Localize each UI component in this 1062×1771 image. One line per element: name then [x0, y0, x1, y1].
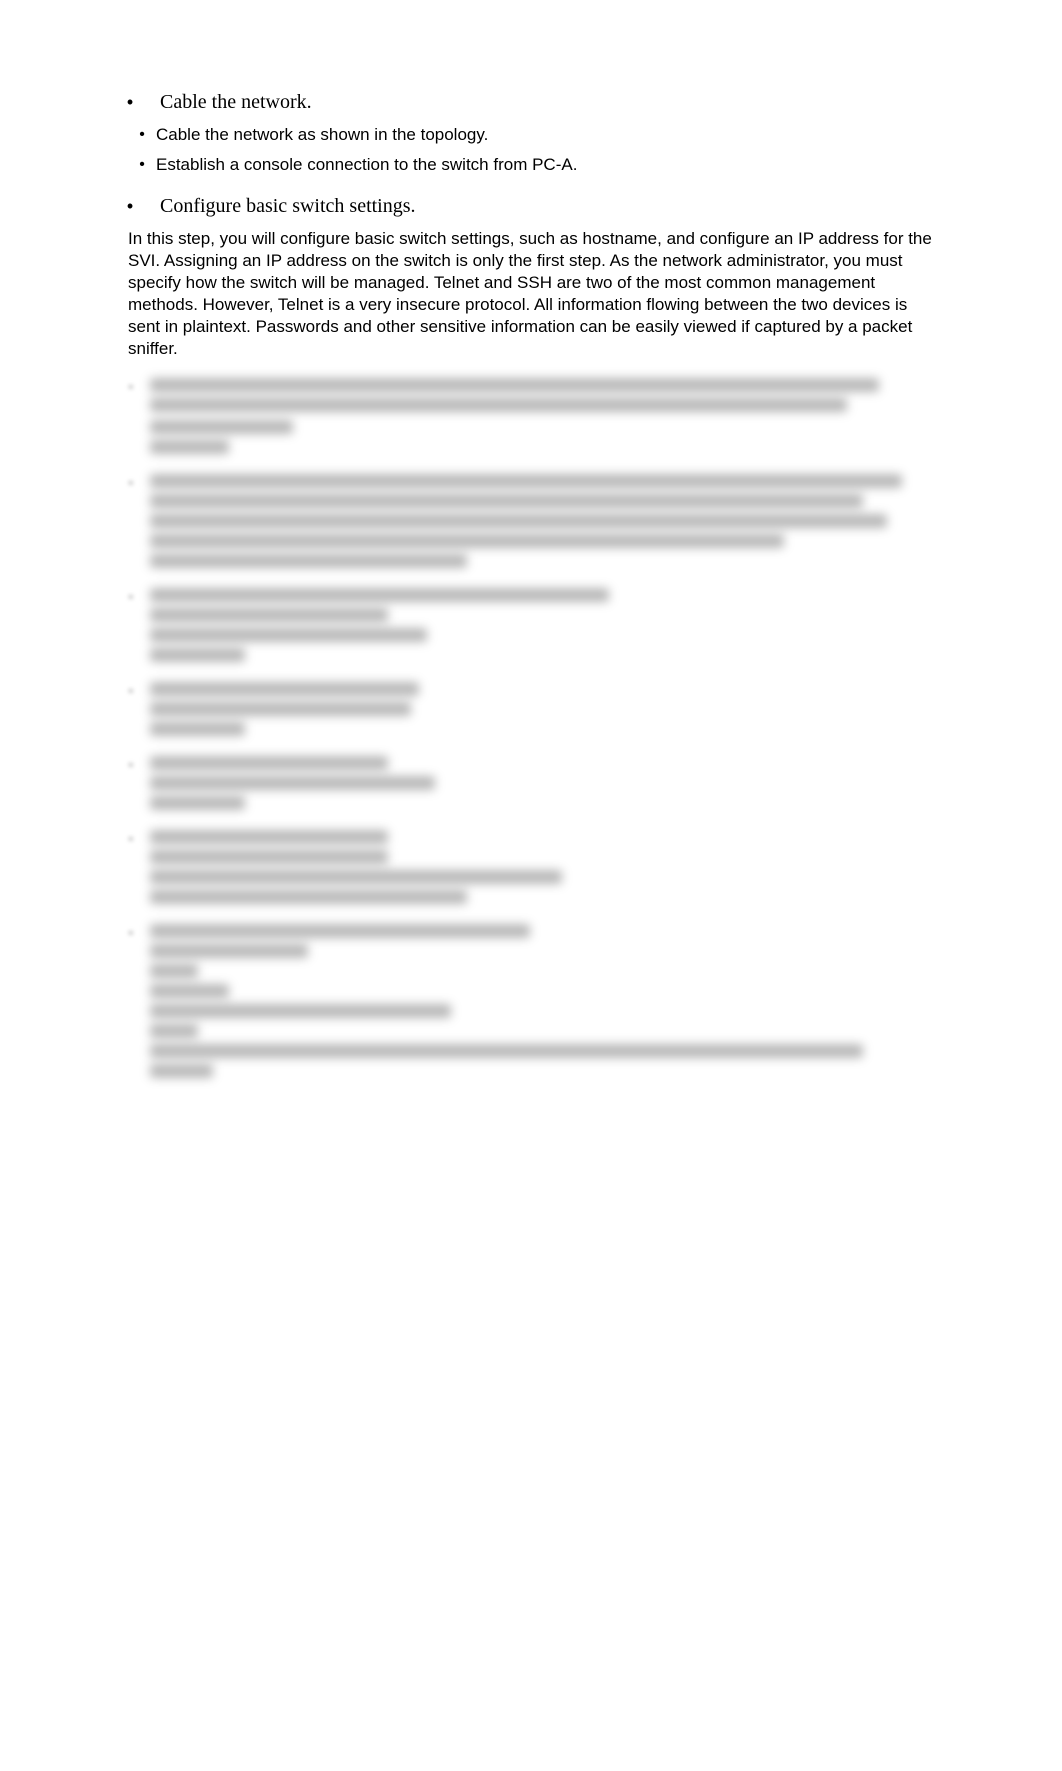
blurred-item: • [128, 756, 942, 816]
bullet-icon: • [128, 756, 150, 776]
blurred-item: • [128, 474, 942, 574]
list-item: • Cable the network as shown in the topo… [128, 124, 942, 146]
blurred-item: • [128, 924, 942, 1084]
blurred-item: • [128, 378, 942, 460]
section-2-paragraph: In this step, you will configure basic s… [128, 228, 942, 360]
section-heading-row: • Configure basic switch settings. [100, 194, 942, 218]
bullet-icon: • [128, 154, 156, 176]
blurred-item: • [128, 682, 942, 742]
list-item: • Establish a console connection to the … [128, 154, 942, 176]
bullet-icon: • [128, 124, 156, 146]
section-heading-row: • Cable the network. [100, 90, 942, 114]
bullet-icon: • [128, 830, 150, 850]
bullet-icon: • [128, 682, 150, 702]
bullet-icon: • [128, 924, 150, 944]
subitem-text: Cable the network as shown in the topolo… [156, 124, 488, 146]
bullet-icon: • [128, 588, 150, 608]
document-page: • Cable the network. • Cable the network… [0, 0, 1062, 1498]
blurred-content: • • • [128, 378, 942, 1084]
section-1-heading: Cable the network. [160, 90, 312, 114]
section-2-heading: Configure basic switch settings. [160, 194, 416, 218]
subitem-text: Establish a console connection to the sw… [156, 154, 577, 176]
bullet-icon: • [100, 90, 160, 114]
bullet-icon: • [128, 474, 150, 494]
bullet-icon: • [100, 194, 160, 218]
blurred-item: • [128, 588, 942, 668]
bullet-icon: • [128, 378, 150, 398]
section-1-sublist: • Cable the network as shown in the topo… [128, 124, 942, 176]
blurred-item: • [128, 830, 942, 910]
